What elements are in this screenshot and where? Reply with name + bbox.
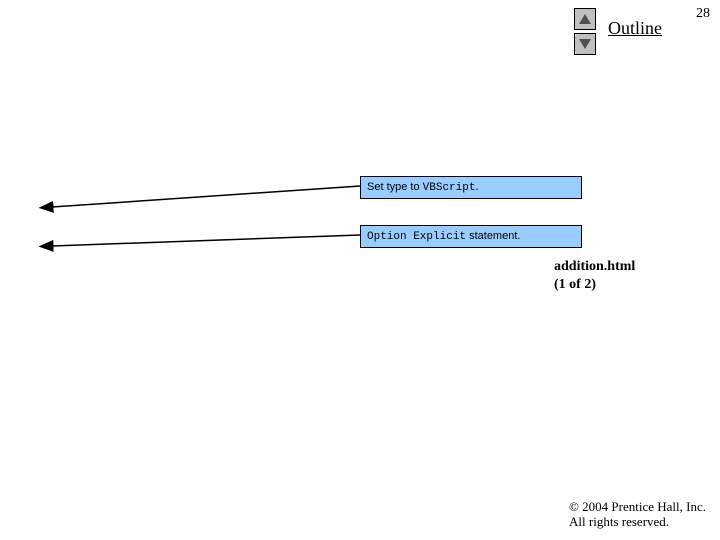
outline-title: Outline <box>608 18 662 39</box>
copyright: © 2004 Prentice Hall, Inc. All rights re… <box>569 499 706 530</box>
callout-box-1: Set type to VBScript. <box>360 176 582 199</box>
triangle-down-icon <box>579 39 591 49</box>
triangle-up-icon <box>579 14 591 24</box>
file-name: addition.html <box>554 258 635 276</box>
callout-code: Option Explicit <box>367 231 466 243</box>
callout-text: Set type to <box>367 181 423 193</box>
callout-suffix: statement. <box>466 230 520 242</box>
page-number: 28 <box>696 6 710 22</box>
file-page: (1 of 2) <box>554 276 635 294</box>
callout-code: VBScript <box>423 182 476 194</box>
nav-down-button[interactable] <box>574 33 596 55</box>
copyright-line2: All rights reserved. <box>569 514 706 530</box>
file-info: addition.html (1 of 2) <box>554 258 635 293</box>
nav-up-button[interactable] <box>574 8 596 30</box>
callout-suffix: . <box>475 181 478 193</box>
callout-box-2: Option Explicit statement. <box>360 225 582 248</box>
copyright-line1: © 2004 Prentice Hall, Inc. <box>569 499 706 515</box>
